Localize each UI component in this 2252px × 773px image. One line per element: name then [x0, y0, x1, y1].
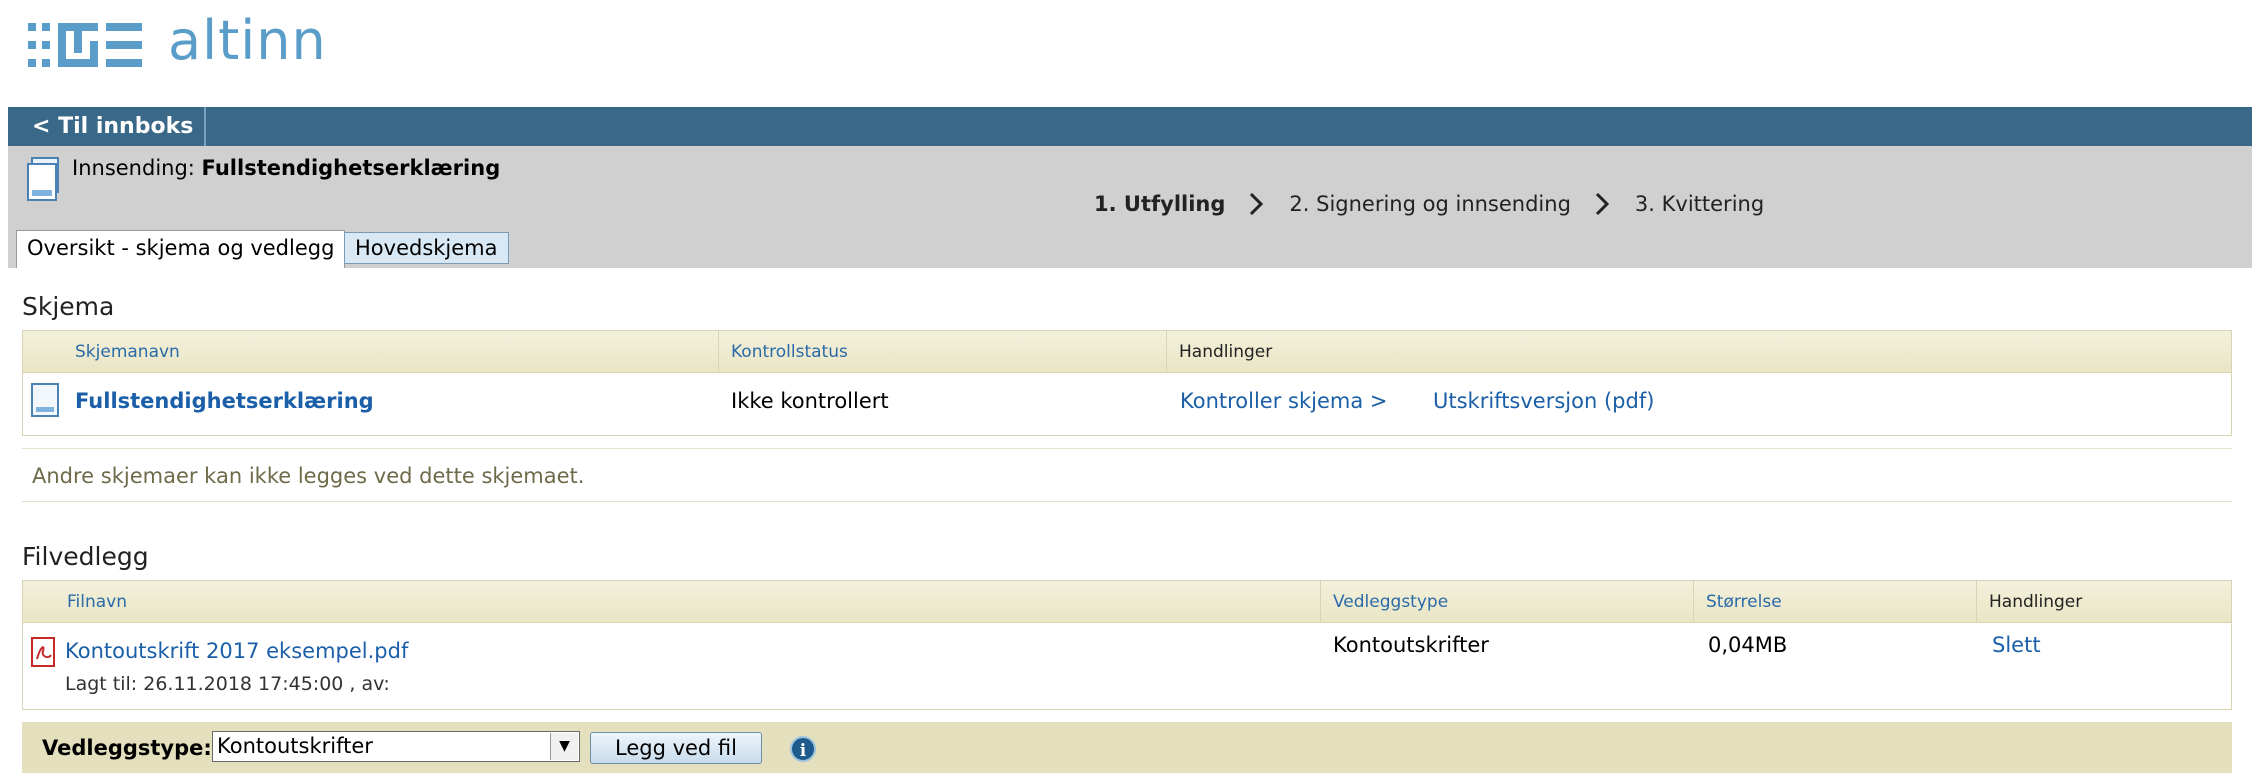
- submission-name: Fullstendighetserklæring: [201, 156, 501, 180]
- chevron-right-icon: [1250, 192, 1264, 216]
- attachments-table: Filnavn Vedleggstype Størrelse Handlinge…: [22, 580, 2232, 710]
- upload-bar: Vedleggstype: Kontoutskrifter ▼ Legg ved…: [22, 722, 2232, 773]
- attachments-table-header: Filnavn Vedleggstype Størrelse Handlinge…: [23, 581, 2231, 623]
- tab-overview[interactable]: Oversikt - skjema og vedlegg: [16, 230, 346, 268]
- chevron-down-icon[interactable]: ▼: [550, 733, 578, 760]
- altinn-logo-mark-icon: [28, 23, 142, 67]
- column-control-status[interactable]: Kontrollstatus: [718, 331, 848, 373]
- forms-note: Andre skjemaer kan ikke legges ved dette…: [22, 448, 2232, 502]
- chevron-right-icon: [1595, 192, 1609, 216]
- forms-table: Skjemanavn Kontrollstatus Handlinger Ful…: [22, 330, 2232, 436]
- column-actions: Handlinger: [1976, 581, 2082, 623]
- attachment-type-selected: Kontoutskrifter: [217, 734, 373, 758]
- forms-section-title: Skjema: [22, 292, 115, 321]
- attachments-section-title: Filvedlegg: [22, 542, 149, 571]
- submission-header: Innsending: Fullstendighetserklæring 1. …: [8, 146, 2252, 268]
- altinn-logo-text: altinn: [168, 9, 327, 72]
- delete-attachment-link[interactable]: Slett: [1992, 633, 2041, 657]
- attachment-filename-link[interactable]: Kontoutskrift 2017 eksempel.pdf: [65, 639, 408, 663]
- step-receipt: 3. Kvittering: [1634, 192, 1765, 216]
- form-name-link[interactable]: Fullstendighetserklæring: [75, 389, 374, 413]
- check-form-link[interactable]: Kontroller skjema >: [1180, 389, 1388, 413]
- info-icon[interactable]: i: [790, 736, 816, 762]
- column-attachment-type[interactable]: Vedleggstype: [1320, 581, 1448, 623]
- column-actions: Handlinger: [1166, 331, 1272, 373]
- forms-table-header: Skjemanavn Kontrollstatus Handlinger: [23, 331, 2231, 373]
- table-row: Kontoutskrift 2017 eksempel.pdf Lagt til…: [23, 623, 2231, 709]
- attachment-size: 0,04MB: [1708, 633, 1788, 657]
- attach-file-button[interactable]: Legg ved fil: [590, 732, 762, 764]
- form-control-status: Ikke kontrollert: [731, 389, 889, 413]
- table-row: Fullstendighetserklæring Ikke kontroller…: [23, 373, 2231, 435]
- tab-main-form[interactable]: Hovedskjema: [344, 232, 509, 264]
- document-icon: [27, 157, 59, 201]
- back-to-inbox-link[interactable]: < Til innboks: [8, 107, 206, 146]
- attachment-type: Kontoutskrifter: [1333, 633, 1489, 657]
- attachment-type-select[interactable]: Kontoutskrifter ▼: [212, 731, 580, 762]
- pdf-file-icon: [31, 637, 55, 667]
- column-form-name[interactable]: Skjemanavn: [63, 331, 180, 373]
- step-fill: 1. Utfylling: [1094, 192, 1226, 216]
- top-navbar: < Til innboks: [8, 107, 2252, 146]
- step-sign-submit: 2. Signering og innsending: [1289, 192, 1571, 216]
- attachment-type-label: Vedleggstype:: [42, 736, 212, 760]
- column-filename[interactable]: Filnavn: [55, 581, 127, 623]
- progress-steps: 1. Utfylling 2. Signering og innsending …: [1094, 192, 1764, 216]
- form-document-icon: [31, 383, 59, 417]
- submission-title: Innsending: Fullstendighetserklæring: [72, 156, 500, 180]
- attachment-added-info: Lagt til: 26.11.2018 17:45:00 , av:: [65, 673, 390, 695]
- print-version-link[interactable]: Utskriftsversjon (pdf): [1433, 389, 1654, 413]
- altinn-logo[interactable]: altinn: [28, 14, 327, 70]
- submission-prefix: Innsending:: [72, 156, 202, 180]
- column-size[interactable]: Størrelse: [1693, 581, 1782, 623]
